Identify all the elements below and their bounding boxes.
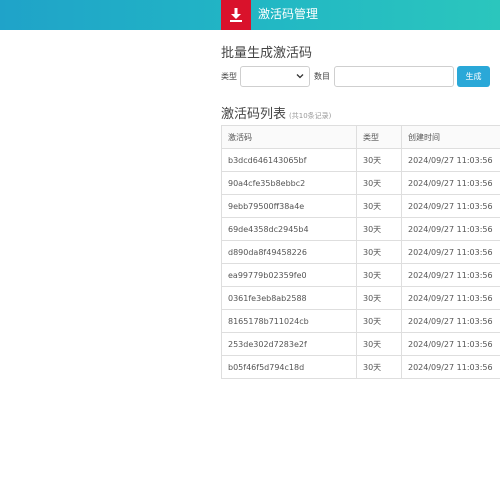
- column-header-type: 类型: [356, 125, 402, 149]
- cell-type: 30天: [356, 286, 402, 310]
- cell-type: 30天: [356, 263, 402, 287]
- cell-type: 30天: [356, 240, 402, 264]
- cell-code: d890da8f49458226: [221, 240, 357, 264]
- cell-created: 2024/09/27 11:03:56: [401, 171, 500, 195]
- cell-created: 2024/09/27 11:03:56: [401, 217, 500, 241]
- type-select[interactable]: [240, 66, 310, 87]
- record-count: (共10条记录): [289, 112, 332, 120]
- chevron-down-icon: [296, 74, 304, 79]
- cell-type: 30天: [356, 332, 402, 356]
- cell-created: 2024/09/27 11:03:56: [401, 286, 500, 310]
- cell-code: b3dcd646143065bf: [221, 148, 357, 172]
- table-row: b05f46f5d794c18d 30天 2024/09/27 11:03:56: [221, 355, 500, 379]
- list-title-row: 激活码列表 (共10条记录): [221, 105, 331, 124]
- cell-type: 30天: [356, 309, 402, 333]
- app-title: 激活码管理: [258, 7, 319, 21]
- table-row: b3dcd646143065bf 30天 2024/09/27 11:03:56: [221, 148, 500, 172]
- cell-created: 2024/09/27 11:03:56: [401, 355, 500, 379]
- download-icon: [230, 8, 242, 22]
- table-row: 9ebb79500ff38a4e 30天 2024/09/27 11:03:56: [221, 194, 500, 218]
- cell-type: 30天: [356, 171, 402, 195]
- cell-code: ea99779b02359fe0: [221, 263, 357, 287]
- app-logo: [221, 0, 251, 30]
- cell-type: 30天: [356, 148, 402, 172]
- cell-code: 0361fe3eb8ab2588: [221, 286, 357, 310]
- cell-type: 30天: [356, 194, 402, 218]
- count-input[interactable]: [334, 66, 454, 87]
- cell-created: 2024/09/27 11:03:56: [401, 148, 500, 172]
- cell-code: 90a4cfe35b8ebbc2: [221, 171, 357, 195]
- list-title: 激活码列表: [221, 107, 287, 122]
- generate-button[interactable]: 生成: [457, 66, 490, 87]
- cell-created: 2024/09/27 11:03:56: [401, 263, 500, 287]
- cell-code: 8165178b711024cb: [221, 309, 357, 333]
- table-row: 90a4cfe35b8ebbc2 30天 2024/09/27 11:03:56: [221, 171, 500, 195]
- cell-created: 2024/09/27 11:03:56: [401, 240, 500, 264]
- cell-code: 69de4358dc2945b4: [221, 217, 357, 241]
- cell-code: b05f46f5d794c18d: [221, 355, 357, 379]
- cell-created: 2024/09/27 11:03:56: [401, 194, 500, 218]
- cell-created: 2024/09/27 11:03:56: [401, 332, 500, 356]
- table-row: 8165178b711024cb 30天 2024/09/27 11:03:56: [221, 309, 500, 333]
- table-row: 69de4358dc2945b4 30天 2024/09/27 11:03:56: [221, 217, 500, 241]
- cell-created: 2024/09/27 11:03:56: [401, 309, 500, 333]
- table-row: 0361fe3eb8ab2588 30天 2024/09/27 11:03:56: [221, 286, 500, 310]
- cell-type: 30天: [356, 217, 402, 241]
- generate-section-title: 批量生成激活码: [221, 46, 313, 61]
- table-header-row: 激活码 类型 创建时间: [221, 125, 500, 149]
- table-row: ea99779b02359fe0 30天 2024/09/27 11:03:56: [221, 263, 500, 287]
- column-header-code: 激活码: [221, 125, 357, 149]
- type-label: 类型: [221, 72, 237, 81]
- table-row: d890da8f49458226 30天 2024/09/27 11:03:56: [221, 240, 500, 264]
- table-row: 253de302d7283e2f 30天 2024/09/27 11:03:56: [221, 332, 500, 356]
- cell-code: 253de302d7283e2f: [221, 332, 357, 356]
- count-label: 数目: [314, 72, 330, 81]
- cell-type: 30天: [356, 355, 402, 379]
- activation-code-table-wrap: 激活码 类型 创建时间 b3dcd646143065bf 30天 2024/09…: [221, 125, 500, 379]
- cell-code: 9ebb79500ff38a4e: [221, 194, 357, 218]
- column-header-created: 创建时间: [401, 125, 500, 149]
- activation-code-table: 激活码 类型 创建时间 b3dcd646143065bf 30天 2024/09…: [221, 125, 500, 379]
